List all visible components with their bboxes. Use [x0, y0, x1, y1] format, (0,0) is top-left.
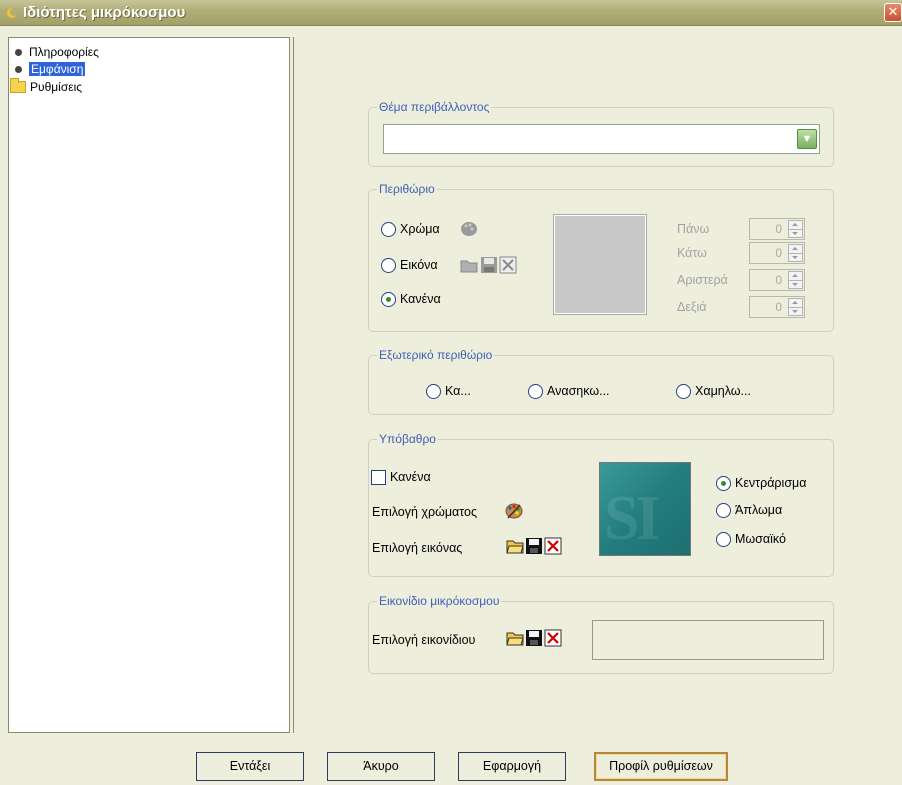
radio-circle: [716, 502, 731, 518]
layout-stretch-radio[interactable]: Άπλωμα: [716, 501, 782, 519]
delete-icon[interactable]: [544, 537, 562, 555]
open-folder-icon[interactable]: [506, 537, 524, 555]
theme-select[interactable]: ▼: [383, 124, 820, 154]
border-legend: Περιθώριο: [377, 182, 437, 196]
palette-icon[interactable]: [505, 502, 523, 520]
border-image-radio[interactable]: Εικόνα: [381, 256, 438, 274]
category-tree: Πληροφορίες Εμφάνιση Ρυθμίσεις: [8, 37, 290, 733]
app-icon: [7, 8, 18, 18]
profile-settings-button[interactable]: Προφίλ ρυθμίσεων: [594, 752, 728, 781]
radio-circle: [381, 291, 396, 307]
margin-top-label: Πάνω: [677, 222, 710, 236]
tree-item-label: Ρυθμίσεις: [30, 80, 83, 94]
border-color-radio[interactable]: Χρώμα: [381, 220, 440, 238]
open-folder-icon[interactable]: [460, 256, 478, 274]
tree-item-label: Πληροφορίες: [29, 45, 99, 59]
margin-top-spinner[interactable]: 0: [749, 218, 805, 240]
preview-watermark: SI: [604, 482, 660, 553]
border-image-label: Εικόνα: [400, 258, 438, 272]
border-none-label: Κανένα: [400, 292, 441, 306]
spinner-value: 0: [775, 273, 782, 287]
radio-circle: [426, 383, 441, 399]
cancel-button[interactable]: Άκυρο: [327, 752, 435, 781]
save-icon[interactable]: [525, 537, 543, 555]
outer-border-option-3[interactable]: Χαμηλω...: [676, 382, 751, 400]
option-label: Άπλωμα: [735, 503, 783, 517]
delete-icon[interactable]: [499, 256, 517, 274]
option-label: Χαμηλω...: [695, 384, 751, 398]
radio-circle: [381, 221, 396, 237]
border-preview: [553, 214, 647, 315]
icon-preview-box: [592, 620, 824, 660]
background-preview: SI: [599, 462, 691, 556]
outer-border-legend: Εξωτερικό περιθώριο: [377, 348, 495, 362]
option-label: Μωσαϊκό: [735, 532, 786, 546]
margin-left-spinner[interactable]: 0: [749, 269, 805, 291]
spinner-buttons[interactable]: [788, 271, 803, 289]
image-pick-label: Επιλογή εικόνας: [372, 541, 463, 555]
tree-item-appearance[interactable]: Εμφάνιση: [13, 61, 86, 77]
apply-button[interactable]: Εφαρμογή: [458, 752, 566, 781]
color-pick-label: Επιλογή χρώματος: [372, 505, 478, 519]
margin-bottom-spinner[interactable]: 0: [749, 242, 805, 264]
outer-border-option-1[interactable]: Κα...: [426, 382, 471, 400]
close-button[interactable]: ✕: [884, 3, 902, 22]
tree-item-info[interactable]: Πληροφορίες: [13, 44, 99, 60]
window-title: Ιδιότητες μικρόκοσμου: [23, 4, 186, 21]
margin-right-spinner[interactable]: 0: [749, 296, 805, 318]
chevron-down-icon[interactable]: ▼: [797, 129, 817, 149]
layout-center-radio[interactable]: Κεντράρισμα: [716, 474, 806, 492]
spinner-value: 0: [775, 300, 782, 314]
spinner-value: 0: [775, 246, 782, 260]
radio-circle: [716, 531, 731, 547]
spinner-value: 0: [775, 222, 782, 236]
option-label: Ανασηκω...: [547, 384, 610, 398]
icon-legend: Εικονίδιο μικρόκοσμου: [377, 594, 502, 608]
tree-item-label: Εμφάνιση: [29, 62, 86, 76]
bullet-icon: [15, 65, 22, 73]
spinner-buttons[interactable]: [788, 298, 803, 316]
title-bar: Ιδιότητες μικρόκοσμου ✕: [0, 0, 902, 26]
option-label: Κα...: [445, 384, 471, 398]
open-folder-icon[interactable]: [506, 629, 524, 647]
radio-circle: [381, 257, 396, 273]
outer-border-option-2[interactable]: Ανασηκω...: [528, 382, 610, 400]
radio-circle: [528, 383, 543, 399]
margin-left-label: Αριστερά: [677, 273, 728, 287]
checkbox-label: Κανένα: [390, 470, 431, 484]
checkbox-box: [371, 469, 386, 485]
spinner-buttons[interactable]: [788, 244, 803, 262]
radio-circle: [676, 383, 691, 399]
icon-pick-label: Επιλογή εικονίδιου: [372, 633, 476, 647]
folder-icon: [10, 78, 26, 93]
save-icon[interactable]: [525, 629, 543, 647]
layout-tile-radio[interactable]: Μωσαϊκό: [716, 530, 786, 548]
radio-circle: [716, 475, 731, 491]
border-color-label: Χρώμα: [400, 222, 440, 236]
spinner-buttons[interactable]: [788, 220, 803, 238]
border-none-radio[interactable]: Κανένα: [381, 290, 441, 308]
palette-icon[interactable]: [460, 220, 478, 238]
margin-right-label: Δεξιά: [677, 300, 707, 314]
bullet-icon: [15, 48, 22, 56]
tree-item-settings[interactable]: Ρυθμίσεις: [10, 78, 83, 95]
delete-icon[interactable]: [544, 629, 562, 647]
background-legend: Υπόβαθρο: [377, 432, 438, 446]
option-label: Κεντράρισμα: [735, 476, 807, 490]
ok-button[interactable]: Εντάξει: [196, 752, 304, 781]
background-none-checkbox[interactable]: Κανένα: [371, 468, 431, 486]
save-icon[interactable]: [480, 256, 498, 274]
theme-legend: Θέμα περιβάλλοντος: [377, 100, 492, 114]
margin-bottom-label: Κάτω: [677, 246, 707, 260]
